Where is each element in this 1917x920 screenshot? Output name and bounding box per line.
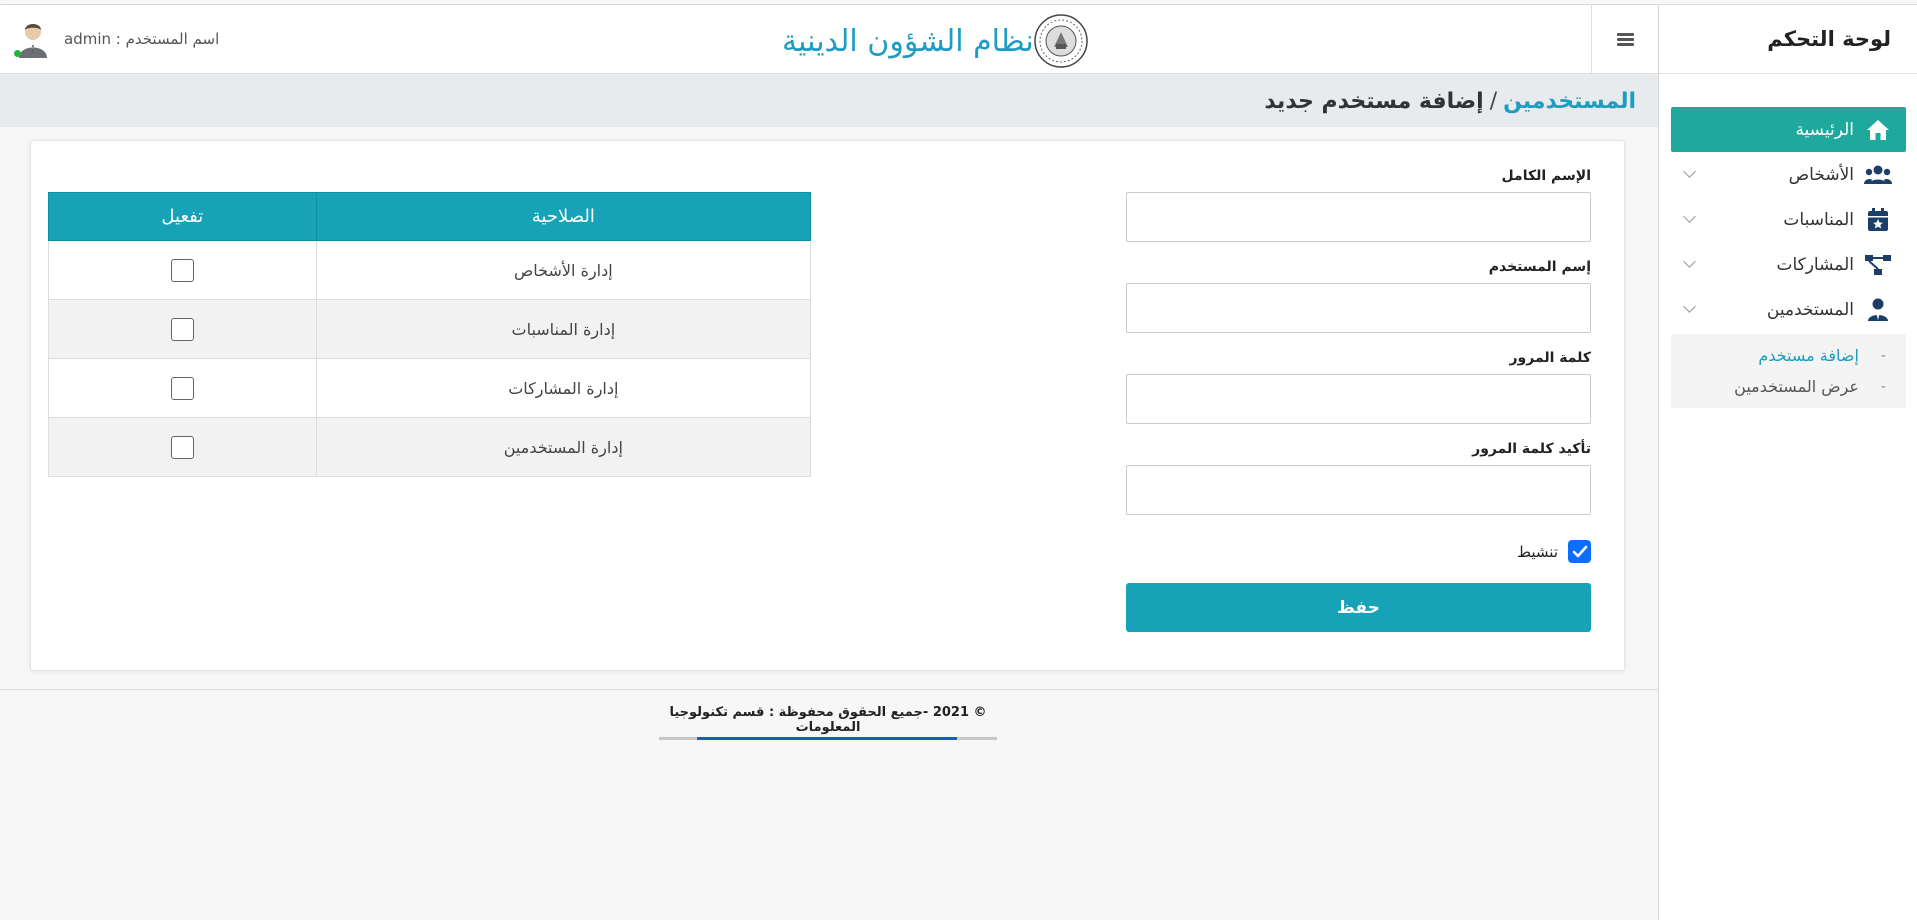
table-row: إدارة المستخدمين [48,417,812,477]
sidebar-item-users[interactable]: المستخدمين [1671,287,1906,332]
column-header-enable: تفعيل [48,192,317,241]
sidebar-item-label: المستخدمين [1766,299,1854,320]
dash-bullet: - [1880,347,1886,364]
footer-copyright: © 2021 -جميع الحقوق محفوظة : قسم تكنولوج… [669,705,987,735]
menu-toggle-button[interactable] [1591,5,1658,74]
top-header: نظام الشؤون الدينية اسم المستخدم : admin [0,5,1658,74]
permission-name: إدارة المستخدمين [315,417,812,477]
full-name-group: الإسم الكامل [1126,168,1591,242]
enable-cell [48,299,317,359]
chevron-down-icon [1683,165,1696,178]
activate-checkbox[interactable] [1568,540,1591,563]
sidebar-title: لوحة التحكم [1659,5,1917,74]
table-row: إدارة الأشخاص [48,240,812,300]
app-title: نظام الشؤون الدينية [782,23,1034,59]
permission-name: إدارة الأشخاص [315,240,812,300]
calendar-star-icon [1864,207,1892,233]
table-header-row: الصلاحية تفعيل [48,192,812,241]
emblem-logo [1034,14,1088,68]
breadcrumb-separator: / [1489,88,1498,114]
sidebar-item-label: الرئيسية [1795,119,1854,140]
permission-checkbox[interactable] [170,376,194,400]
submenu-item-label: إضافة مستخدم [1758,346,1859,365]
username-group: إسم المستخدم [1126,259,1591,333]
dash-bullet: - [1880,378,1886,395]
username-label: اسم المستخدم : admin [64,30,220,48]
sidebar: لوحة التحكم الرئيسية الأشخاص المناسبات ا… [1658,5,1917,920]
permission-checkbox[interactable] [170,258,194,282]
sidebar-item-persons[interactable]: الأشخاص [1671,152,1906,197]
breadcrumb: المستخدمين / إضافة مستخدم جديد [0,75,1658,127]
permission-name: إدارة المناسبات [315,299,812,359]
sidebar-menu: الرئيسية الأشخاص المناسبات المشاركات الم… [1659,107,1917,408]
password-label: كلمة المرور [1509,350,1591,366]
password-group: كلمة المرور [1126,350,1591,424]
sidebar-item-home[interactable]: الرئيسية [1671,107,1906,152]
avatar [14,20,52,58]
table-row: إدارة المناسبات [48,299,812,359]
username-input[interactable] [1126,283,1591,333]
sidebar-item-label: المشاركات [1776,254,1854,275]
sitemap-icon [1864,252,1892,278]
checkmark-icon [1572,545,1587,557]
sidebar-item-events[interactable]: المناسبات [1671,197,1906,242]
footer-accent-bar [659,737,997,740]
chevron-down-icon [1683,300,1696,313]
sidebar-item-label: الأشخاص [1788,164,1854,185]
permissions-table: الصلاحية تفعيل إدارة الأشخاص إدارة المنا… [48,192,812,477]
online-status-dot [14,50,21,57]
submenu-item-add-user[interactable]: - إضافة مستخدم [1671,340,1906,371]
activate-label: تنشيط [1517,542,1558,561]
sidebar-item-participations[interactable]: المشاركات [1671,242,1906,287]
enable-cell [48,417,317,477]
add-user-form: الإسم الكامل إسم المستخدم كلمة المرور تأ… [1126,168,1591,632]
enable-cell [48,240,317,300]
permission-checkbox[interactable] [170,435,194,459]
breadcrumb-parent-link[interactable]: المستخدمين [1503,89,1636,114]
home-icon [1864,117,1892,143]
activate-group: تنشيط [1126,540,1591,563]
page-title: إضافة مستخدم جديد [1264,88,1484,114]
full-name-label: الإسم الكامل [1501,168,1591,184]
confirm-password-group: تأكيد كلمة المرور [1126,441,1591,515]
add-user-card: الإسم الكامل إسم المستخدم كلمة المرور تأ… [30,140,1625,671]
sidebar-item-label: المناسبات [1783,209,1854,230]
full-name-input[interactable] [1126,192,1591,242]
save-button[interactable]: حفظ [1126,583,1591,632]
user-tie-icon [1864,297,1892,323]
password-input[interactable] [1126,374,1591,424]
chevron-down-icon [1683,255,1696,268]
enable-cell [48,358,317,418]
chevron-down-icon [1683,210,1696,223]
user-info[interactable]: اسم المستخدم : admin [14,20,219,58]
table-row: إدارة المشاركات [48,358,812,418]
permission-name: إدارة المشاركات [315,358,812,418]
users-icon [1864,162,1892,188]
footer-divider [0,689,1658,690]
confirm-password-label: تأكيد كلمة المرور [1472,441,1591,457]
hamburger-icon [1616,31,1634,48]
users-submenu: - إضافة مستخدم - عرض المستخدمين [1671,334,1906,408]
column-header-permission: الصلاحية [315,192,812,241]
username-label: إسم المستخدم [1488,259,1591,275]
brand: نظام الشؤون الدينية [768,14,1088,68]
confirm-password-input[interactable] [1126,465,1591,515]
permission-checkbox[interactable] [170,317,194,341]
submenu-item-label: عرض المستخدمين [1734,377,1859,396]
submenu-item-view-users[interactable]: - عرض المستخدمين [1671,371,1906,402]
